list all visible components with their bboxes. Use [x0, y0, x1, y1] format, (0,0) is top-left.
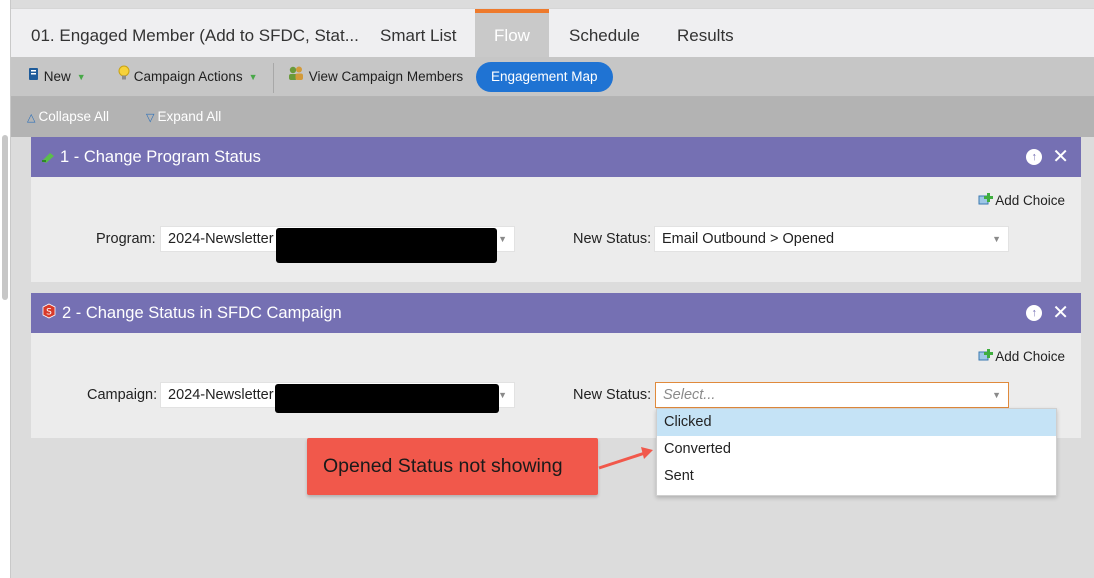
- program-status-icon: [41, 138, 55, 178]
- redaction-box: [276, 228, 497, 263]
- toolbar-divider: [273, 63, 274, 93]
- new-status-value: Email Outbound > Opened: [662, 231, 835, 247]
- add-choice-icon: [978, 193, 994, 207]
- program-value: 2024-Newsletter: [168, 231, 274, 247]
- chevron-down-icon: ▼: [498, 390, 507, 400]
- step-title: 2 - Change Status in SFDC Campaign: [62, 304, 342, 322]
- chevron-down-icon: ▼: [992, 234, 1001, 244]
- new-document-icon: [28, 57, 40, 97]
- status-dropdown-list: Clicked Converted Sent: [656, 408, 1057, 496]
- people-icon: [287, 57, 305, 97]
- tab-program-title[interactable]: 01. Engaged Member (Add to SFDC, Stat...: [31, 9, 359, 58]
- campaign-value: 2024-Newsletter: [168, 387, 274, 403]
- collapse-all-button[interactable]: △ Collapse All: [27, 97, 109, 137]
- new-status-label: New Status:: [573, 231, 652, 247]
- svg-text:S: S: [46, 307, 52, 317]
- campaign-actions-label: Campaign Actions: [133, 69, 243, 84]
- new-label: New: [43, 69, 71, 84]
- redaction-box: [275, 384, 499, 413]
- new-menu-button[interactable]: New ▼: [28, 57, 86, 97]
- tab-smart-list[interactable]: Smart List: [380, 9, 457, 58]
- add-choice-icon: [978, 349, 994, 363]
- chevron-down-icon: ▼: [992, 390, 1001, 400]
- expand-all-label: Expand All: [157, 109, 222, 124]
- new-status-select[interactable]: Email Outbound > Opened ▼: [654, 226, 1009, 252]
- move-up-icon[interactable]: ↑: [1026, 305, 1043, 321]
- dropdown-option[interactable]: Sent: [657, 463, 1056, 490]
- expand-all-button[interactable]: ▽ Expand All: [146, 97, 221, 137]
- add-choice-label: Add Choice: [995, 193, 1065, 208]
- add-choice-button[interactable]: Add Choice: [978, 193, 1065, 208]
- new-status-select[interactable]: Select... ▼: [655, 382, 1009, 408]
- annotation-callout: Opened Status not showing: [307, 438, 598, 495]
- tab-bar: 01. Engaged Member (Add to SFDC, Stat...…: [11, 8, 1094, 58]
- add-choice-label: Add Choice: [995, 349, 1065, 364]
- program-label: Program:: [96, 231, 156, 247]
- triangle-down-icon: ▽: [146, 112, 155, 124]
- tab-results[interactable]: Results: [677, 9, 734, 58]
- dropdown-option[interactable]: Clicked: [657, 409, 1056, 436]
- dropdown-option[interactable]: Converted: [657, 436, 1056, 463]
- close-icon[interactable]: ✕: [1052, 303, 1069, 323]
- collapse-bar: △ Collapse All ▽ Expand All: [11, 97, 1094, 137]
- salesforce-icon: S: [41, 294, 57, 334]
- view-members-label: View Campaign Members: [308, 69, 464, 84]
- annotation-arrow-icon: [598, 447, 653, 470]
- toolbar: New ▼ Campaign Actions ▼ View Campaign Mem…: [11, 57, 1094, 97]
- close-icon[interactable]: ✕: [1052, 147, 1069, 167]
- step-title: 1 - Change Program Status: [60, 148, 261, 166]
- collapse-all-label: Collapse All: [38, 109, 110, 124]
- chevron-down-icon: ▼: [498, 234, 507, 244]
- left-scrollbar[interactable]: [2, 135, 8, 300]
- campaign-actions-button[interactable]: Campaign Actions ▼: [118, 57, 258, 97]
- triangle-up-icon: △: [27, 112, 36, 124]
- dropdown-caret-icon: ▼: [248, 72, 258, 83]
- left-rail: [0, 0, 11, 578]
- campaign-label: Campaign:: [87, 387, 158, 403]
- flow-step-header[interactable]: 1 - Change Program Status ↑ ✕: [31, 137, 1081, 177]
- flow-step-header[interactable]: S 2 - Change Status in SFDC Campaign ↑ ✕: [31, 293, 1081, 333]
- add-choice-button[interactable]: Add Choice: [978, 349, 1065, 364]
- dropdown-caret-icon: ▼: [76, 72, 86, 83]
- lightbulb-icon: [118, 57, 130, 97]
- new-status-placeholder: Select...: [663, 387, 716, 403]
- new-status-label: New Status:: [573, 387, 652, 403]
- engagement-map-button[interactable]: Engagement Map: [476, 62, 613, 92]
- move-up-icon[interactable]: ↑: [1026, 149, 1043, 165]
- view-campaign-members-button[interactable]: View Campaign Members: [287, 57, 463, 97]
- tab-flow[interactable]: Flow: [475, 9, 549, 58]
- tab-schedule[interactable]: Schedule: [569, 9, 640, 58]
- flow-step-1: 1 - Change Program Status ↑ ✕ Add Choice: [31, 137, 1081, 282]
